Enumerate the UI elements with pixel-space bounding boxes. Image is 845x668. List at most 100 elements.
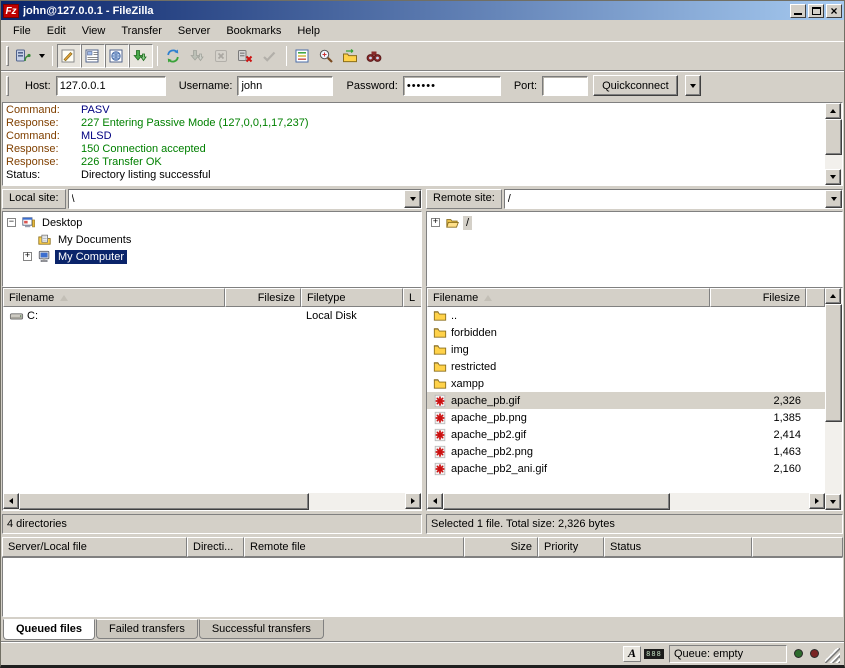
column-header-remote-file[interactable]: Remote file	[244, 537, 464, 557]
scroll-left-button[interactable]	[427, 493, 443, 509]
local-tree-item-desktop[interactable]: −Desktop	[3, 214, 421, 231]
menu-view[interactable]: View	[74, 22, 114, 40]
maximize-button[interactable]	[808, 4, 824, 18]
local-file-row-c[interactable]: C:Local Disk	[3, 307, 421, 324]
port-input[interactable]	[542, 76, 588, 96]
sync-browse-button[interactable]	[339, 44, 363, 68]
refresh-button[interactable]	[162, 44, 186, 68]
scroll-up-button[interactable]	[825, 288, 841, 304]
remote-hscrollbar[interactable]	[427, 493, 825, 510]
scroll-up-button[interactable]	[825, 103, 841, 119]
cancel-button[interactable]	[210, 44, 234, 68]
expander-minus-icon[interactable]: −	[7, 218, 16, 227]
quickconnect-dropdown-button[interactable]	[685, 75, 701, 96]
column-header-directi[interactable]: Directi...	[187, 537, 244, 557]
filter-button[interactable]	[291, 44, 315, 68]
quickconnect-bar: Host: Username: Password: Port: Quickcon…	[1, 70, 844, 100]
expander-plus-icon[interactable]: +	[431, 218, 440, 227]
scroll-thumb[interactable]	[825, 304, 842, 422]
column-header-l[interactable]: L	[403, 288, 421, 307]
sync-browse-icon	[342, 49, 358, 64]
remote-site-combo[interactable]	[504, 189, 843, 209]
toggle-log-button[interactable]	[57, 44, 81, 68]
remote-site-label: Remote site:	[426, 189, 502, 209]
toggle-local-tree-button[interactable]	[81, 44, 105, 68]
find-button[interactable]	[363, 44, 387, 68]
column-header-filesize[interactable]: Filesize	[710, 288, 806, 307]
column-header-size[interactable]: Size	[464, 537, 538, 557]
compare-button[interactable]	[315, 44, 339, 68]
remote-file-row-apache-pb2-png[interactable]: apache_pb2.png1,463	[427, 443, 825, 460]
local-site-input[interactable]	[69, 190, 404, 208]
scroll-down-button[interactable]	[825, 169, 841, 185]
resize-grip[interactable]	[825, 648, 840, 663]
remote-tree-item-[interactable]: +/	[427, 214, 842, 231]
log-scrollbar[interactable]	[825, 103, 842, 185]
speedlimit-indicator[interactable]: 888	[645, 646, 663, 662]
column-header-filesize[interactable]: Filesize	[225, 288, 301, 307]
scroll-thumb[interactable]	[443, 493, 670, 510]
close-button[interactable]: ×	[826, 4, 842, 18]
local-site-combo[interactable]	[68, 189, 422, 209]
column-header-filename[interactable]: Filename	[3, 288, 225, 307]
chevron-down-icon	[831, 197, 837, 201]
remote-file-row-apache-pb-png[interactable]: apache_pb.png1,385	[427, 409, 825, 426]
remote-site-input[interactable]	[505, 190, 825, 208]
refresh-icon	[165, 49, 181, 64]
toolbar-grip[interactable]	[6, 76, 9, 96]
scroll-right-button[interactable]	[405, 493, 421, 509]
column-header-status[interactable]: Status	[604, 537, 752, 557]
filezilla-window: Fz john@127.0.0.1 - FileZilla × FileEdit…	[0, 0, 845, 668]
scroll-down-button[interactable]	[825, 494, 841, 510]
menu-file[interactable]: File	[5, 22, 39, 40]
scroll-thumb[interactable]	[19, 493, 309, 510]
log-message: MLSD	[81, 130, 112, 143]
remote-file-row-restricted[interactable]: restricted	[427, 358, 825, 375]
toggle-queue-button[interactable]	[129, 44, 153, 68]
local-tree-item-my-documents[interactable]: My Documents	[3, 231, 421, 248]
tab-failed-transfers[interactable]: Failed transfers	[96, 619, 198, 639]
menu-help[interactable]: Help	[289, 22, 328, 40]
minimize-button[interactable]	[790, 4, 806, 18]
remote-vscrollbar[interactable]	[825, 288, 842, 510]
menu-server[interactable]: Server	[170, 22, 218, 40]
scroll-thumb[interactable]	[825, 119, 842, 155]
quickconnect-button[interactable]: Quickconnect	[593, 75, 678, 96]
remote-file-row-apache-pb-gif[interactable]: apache_pb.gif2,326	[427, 392, 825, 409]
local-hscrollbar[interactable]	[3, 493, 421, 510]
process-queue-button[interactable]	[186, 44, 210, 68]
scroll-right-button[interactable]	[809, 493, 825, 509]
title-bar[interactable]: Fz john@127.0.0.1 - FileZilla ×	[1, 1, 844, 20]
remote-site-dropdown-button[interactable]	[825, 190, 842, 208]
host-input[interactable]	[56, 76, 166, 96]
local-tree-item-my-computer[interactable]: +My Computer	[3, 248, 421, 265]
toggle-remote-tree-button[interactable]	[105, 44, 129, 68]
column-header-server-local-file[interactable]: Server/Local file	[2, 537, 187, 557]
expander-plus-icon[interactable]: +	[23, 252, 32, 261]
local-site-dropdown-button[interactable]	[404, 190, 421, 208]
remote-file-row-[interactable]: ..	[427, 307, 825, 324]
menu-bookmarks[interactable]: Bookmarks	[218, 22, 289, 40]
scroll-left-button[interactable]	[3, 493, 19, 509]
password-input[interactable]	[403, 76, 501, 96]
transfer-type-indicator[interactable]: A	[623, 646, 641, 662]
remote-file-row-xampp[interactable]: xampp	[427, 375, 825, 392]
username-input[interactable]	[237, 76, 333, 96]
queue-body[interactable]	[2, 557, 843, 617]
tab-queued-files[interactable]: Queued files	[3, 619, 95, 640]
column-header-priority[interactable]: Priority	[538, 537, 604, 557]
toolbar-grip[interactable]	[6, 46, 9, 66]
site-manager-button[interactable]	[12, 44, 36, 68]
remote-file-row-apache-pb2-gif[interactable]: apache_pb2.gif2,414	[427, 426, 825, 443]
disconnect-button[interactable]	[234, 44, 258, 68]
column-header-filename[interactable]: Filename	[427, 288, 710, 307]
menu-transfer[interactable]: Transfer	[113, 22, 170, 40]
column-header-filetype[interactable]: Filetype	[301, 288, 403, 307]
remote-file-row-img[interactable]: img	[427, 341, 825, 358]
menu-edit[interactable]: Edit	[39, 22, 74, 40]
site-manager-dropdown-button[interactable]	[36, 44, 48, 68]
remote-file-row-forbidden[interactable]: forbidden	[427, 324, 825, 341]
remote-file-row-apache-pb2-ani-gif[interactable]: apache_pb2_ani.gif2,160	[427, 460, 825, 477]
reconnect-button[interactable]	[258, 44, 282, 68]
tab-successful-transfers[interactable]: Successful transfers	[199, 619, 324, 639]
